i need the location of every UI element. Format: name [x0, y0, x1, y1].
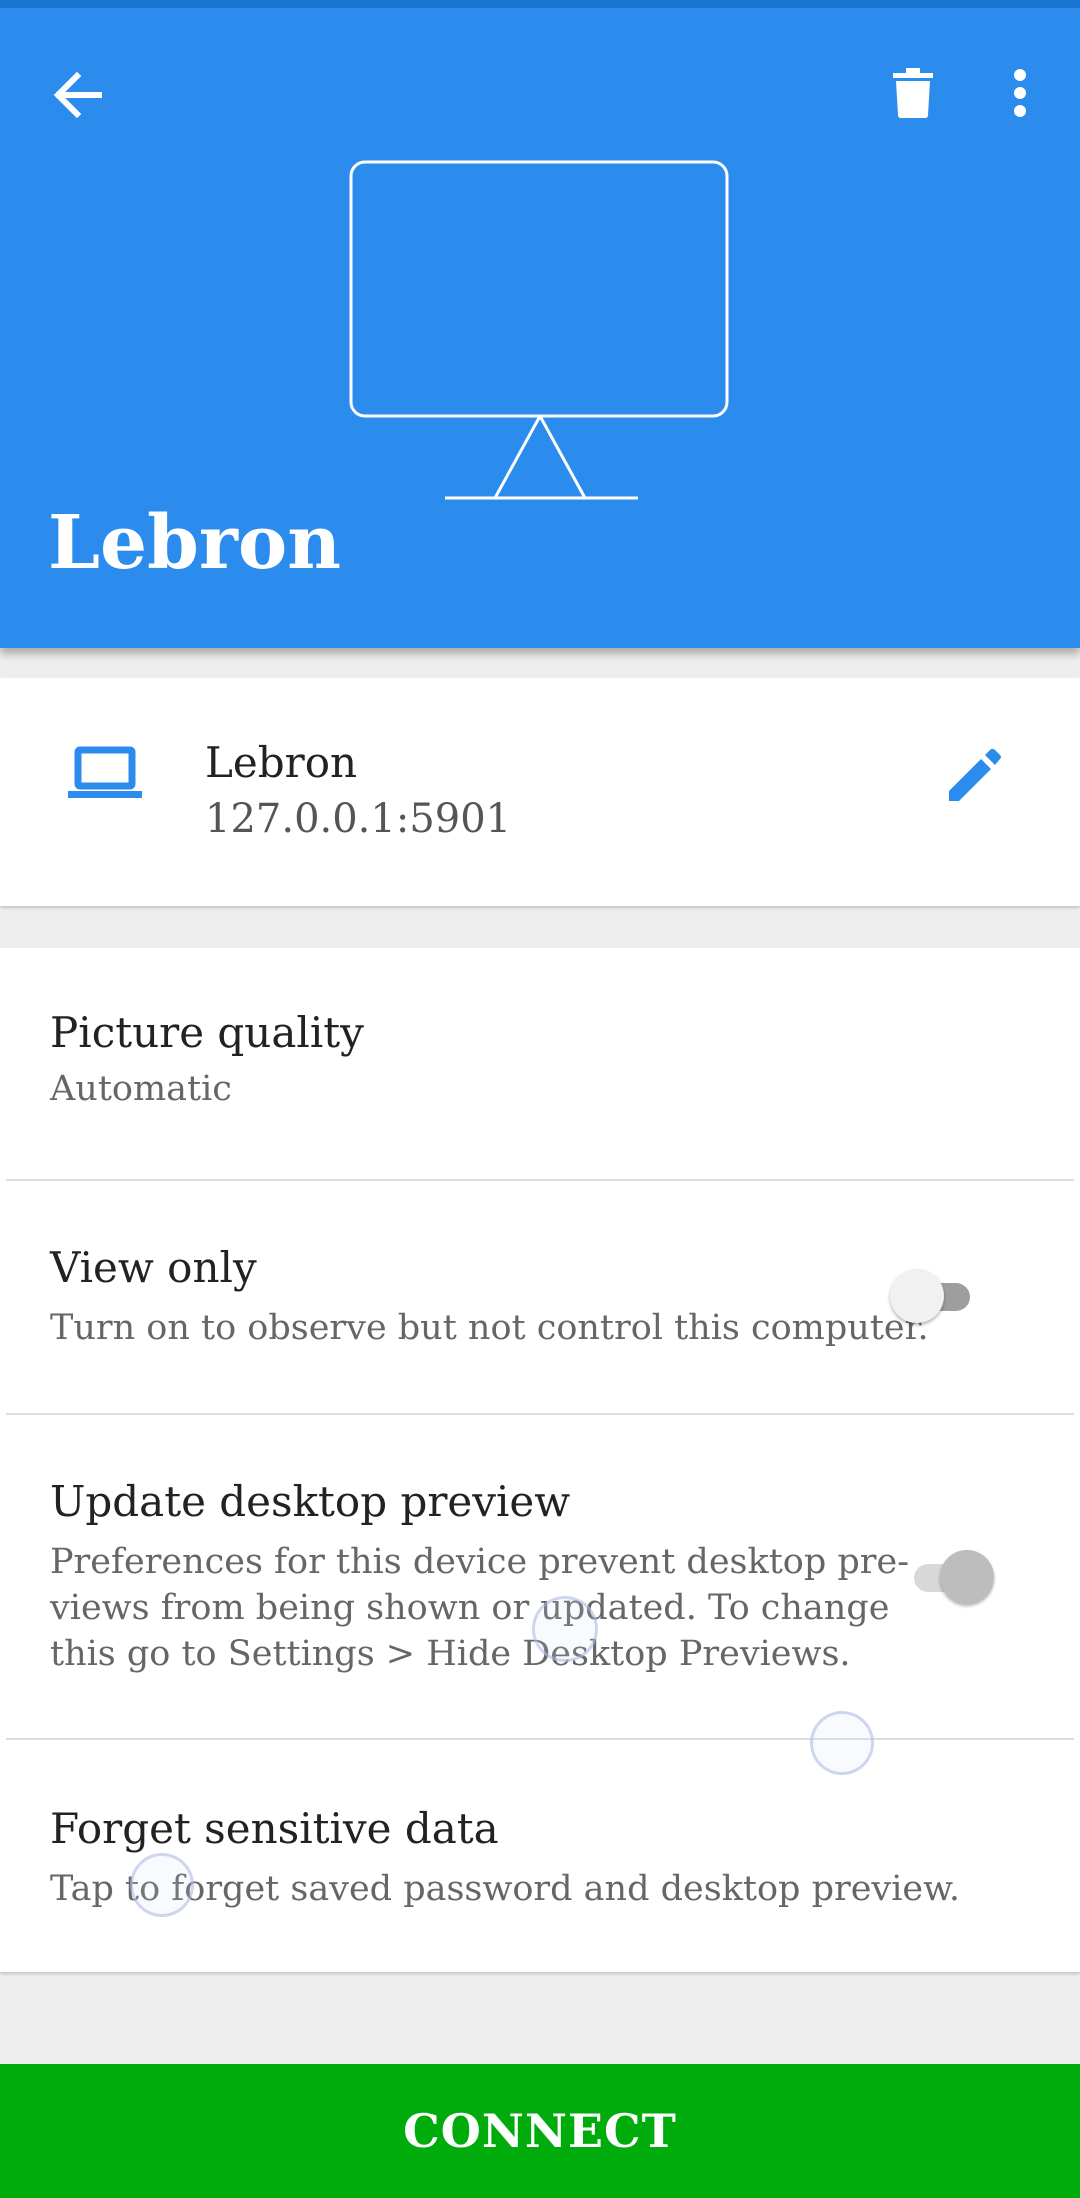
host-address: 127.0.0.1:5901 — [205, 796, 512, 842]
touch-indicator — [532, 1596, 598, 1662]
host-name: Lebron — [205, 738, 358, 787]
update-preview-title: Update desktop preview — [50, 1477, 571, 1526]
touch-indicator — [810, 1711, 874, 1775]
edit-host-button[interactable] — [940, 742, 1008, 810]
view-only-description: Turn on to observe but not control this … — [50, 1308, 929, 1348]
view-only-toggle[interactable] — [890, 1266, 976, 1326]
page-title: Lebron — [48, 500, 342, 586]
more-vert-icon — [1014, 69, 1026, 117]
touch-indicator — [130, 1853, 194, 1917]
picture-quality-value: Automatic — [50, 1069, 232, 1109]
update-preview-description-line-1: Preferences for this device prevent desk… — [50, 1542, 910, 1582]
delete-button[interactable] — [878, 58, 948, 128]
host-card — [0, 678, 1080, 906]
connect-button[interactable]: CONNECT — [0, 2064, 1080, 2198]
more-options-button[interactable] — [985, 58, 1055, 128]
status-bar-strip — [0, 0, 1080, 8]
update-preview-description-line-2: views from being shown or updated. To ch… — [50, 1588, 890, 1628]
update-desktop-preview-setting[interactable]: Update desktop preview Preferences for t… — [0, 1415, 1080, 1738]
arrow-back-icon — [53, 72, 102, 118]
picture-quality-title: Picture quality — [50, 1008, 364, 1057]
update-preview-toggle[interactable] — [908, 1547, 994, 1607]
app-header: Lebron — [0, 8, 1080, 648]
update-preview-description-line-3: this go to Settings > Hide Desktop Previ… — [50, 1634, 851, 1674]
view-only-setting[interactable]: View only Turn on to observe but not con… — [0, 1181, 1080, 1413]
back-button[interactable] — [38, 60, 118, 130]
trash-icon — [893, 68, 933, 118]
picture-quality-setting[interactable]: Picture quality Automatic — [0, 948, 1080, 1180]
view-only-title: View only — [50, 1243, 257, 1292]
forget-data-title: Forget sensitive data — [50, 1804, 499, 1853]
monitor-icon — [349, 160, 729, 500]
pencil-icon — [949, 749, 1001, 801]
laptop-icon — [68, 746, 142, 798]
